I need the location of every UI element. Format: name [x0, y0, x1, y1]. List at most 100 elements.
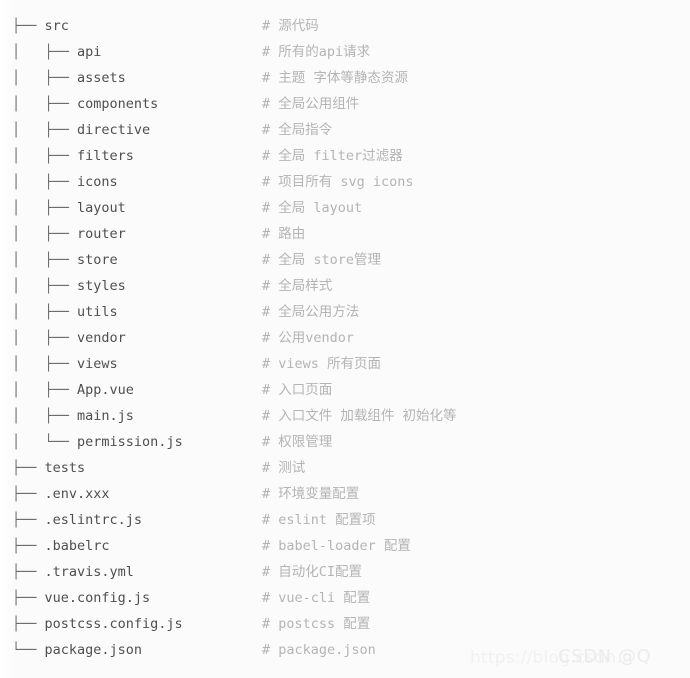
tree-entry-path: │ ├── main.js [12, 403, 134, 429]
tree-branch-glyph: │ ├── [12, 148, 78, 164]
tree-row: ├── vue.config.js # vue-cli 配置 [0, 585, 690, 611]
tree-branch-glyph: ├── [12, 512, 45, 528]
tree-entry-comment: # postcss 配置 [262, 616, 371, 632]
tree-entry-name: vendor [77, 330, 126, 346]
tree-branch-glyph: │ ├── [12, 304, 78, 320]
tree-entry-name: utils [77, 304, 118, 320]
tree-row: ├── tests # 测试 [0, 455, 690, 481]
tree-entry-name: package.json [44, 642, 143, 658]
tree-entry-name: .babelrc [44, 538, 110, 554]
tree-entry-name: directive [77, 122, 151, 138]
tree-entry-comment: # 测试 [262, 460, 306, 476]
tree-branch-glyph: │ ├── [12, 226, 78, 242]
tree-row: │ ├── store # 全局 store管理 [0, 247, 690, 273]
tree-row: ├── postcss.config.js # postcss 配置 [0, 611, 690, 637]
tree-entry-comment: # 路由 [262, 226, 306, 242]
tree-entry-comment: # package.json [262, 642, 376, 658]
tree-row: │ ├── api # 所有的api请求 [0, 39, 690, 65]
tree-branch-glyph: │ ├── [12, 408, 78, 424]
tree-entry-comment: # 源代码 [262, 18, 319, 34]
tree-entry-path: ├── postcss.config.js [12, 611, 183, 637]
tree-entry-path: ├── src [12, 13, 69, 39]
tree-entry-path: ├── .babelrc [12, 533, 110, 559]
tree-entry-name: tests [44, 460, 86, 476]
tree-entry-path: │ ├── icons [12, 169, 118, 195]
tree-entry-path: ├── .eslintrc.js [12, 507, 142, 533]
tree-entry-name: permission.js [77, 434, 183, 450]
tree-row: ├── .babelrc # babel-loader 配置 [0, 533, 690, 559]
tree-row: │ ├── router # 路由 [0, 221, 690, 247]
tree-entry-comment: # views 所有页面 [262, 356, 382, 372]
tree-entry-name: vue.config.js [44, 590, 151, 606]
tree-branch-glyph: ├── [12, 538, 45, 554]
tree-row: ├── .eslintrc.js # eslint 配置项 [0, 507, 690, 533]
tree-entry-path: ├── vue.config.js [12, 585, 150, 611]
tree-branch-glyph: │ ├── [12, 174, 78, 190]
tree-branch-glyph: ├── [12, 460, 45, 476]
tree-entry-name: .travis.yml [44, 564, 134, 580]
tree-entry-path: │ ├── filters [12, 143, 134, 169]
tree-row: │ ├── App.vue # 入口页面 [0, 377, 690, 403]
tree-entry-name: icons [77, 174, 118, 190]
tree-entry-path: └── package.json [12, 637, 142, 663]
tree-entry-comment: # 全局 filter过滤器 [262, 148, 403, 164]
tree-branch-glyph: │ ├── [12, 200, 78, 216]
tree-row: │ ├── views # views 所有页面 [0, 351, 690, 377]
tree-entry-path: │ ├── vendor [12, 325, 126, 351]
tree-entry-comment: # 项目所有 svg icons [262, 174, 414, 190]
tree-entry-name: store [77, 252, 118, 268]
tree-entry-name: filters [77, 148, 134, 164]
tree-entry-name: api [77, 44, 102, 60]
tree-row: ├── .env.xxx # 环境变量配置 [0, 481, 690, 507]
tree-row: │ ├── components # 全局公用组件 [0, 91, 690, 117]
tree-branch-glyph: │ └── [12, 434, 78, 450]
tree-branch-glyph: │ ├── [12, 356, 78, 372]
tree-entry-comment: # 全局公用方法 [262, 304, 360, 320]
tree-entry-comment: # 入口页面 [262, 382, 333, 398]
tree-entry-comment: # babel-loader 配置 [262, 538, 411, 554]
tree-entry-comment: # 主题 字体等静态资源 [262, 70, 408, 86]
tree-branch-glyph: ├── [12, 564, 45, 580]
tree-entry-name: styles [77, 278, 126, 294]
tree-entry-path: │ └── permission.js [12, 429, 183, 455]
tree-entry-path: │ ├── assets [12, 65, 126, 91]
tree-branch-glyph: │ ├── [12, 252, 78, 268]
tree-entry-name: views [77, 356, 118, 372]
tree-entry-name: App.vue [77, 382, 134, 398]
tree-branch-glyph: │ ├── [12, 44, 78, 60]
tree-branch-glyph: ├── [12, 486, 45, 502]
tree-row: │ ├── assets # 主题 字体等静态资源 [0, 65, 690, 91]
tree-row-list: ├── src # 源代码 │ ├── api # 所有的api请求 │ ├── ass… [0, 13, 690, 663]
tree-entry-path: │ ├── App.vue [12, 377, 134, 403]
tree-entry-comment: # 所有的api请求 [262, 44, 371, 60]
directory-tree-figure: ├── src # 源代码 │ ├── api # 所有的api请求 │ ├── ass… [0, 0, 690, 678]
tree-entry-name: components [77, 96, 159, 112]
tree-entry-path: ├── .travis.yml [12, 559, 134, 585]
tree-entry-name: .eslintrc.js [44, 512, 143, 528]
tree-branch-glyph: ├── [12, 590, 45, 606]
tree-branch-glyph: ├── [12, 616, 45, 632]
tree-branch-glyph: │ ├── [12, 122, 78, 138]
tree-row: ├── .travis.yml # 自动化CI配置 [0, 559, 690, 585]
watermark-brand: CSDN @Q [558, 646, 652, 667]
tree-branch-glyph: │ ├── [12, 382, 78, 398]
tree-entry-path: │ ├── views [12, 351, 118, 377]
tree-row: │ ├── utils # 全局公用方法 [0, 299, 690, 325]
tree-entry-path: │ ├── directive [12, 117, 150, 143]
tree-entry-comment: # 全局公用组件 [262, 96, 360, 112]
tree-branch-glyph: │ ├── [12, 70, 78, 86]
tree-entry-name: assets [77, 70, 126, 86]
tree-row: │ ├── vendor # 公用vendor [0, 325, 690, 351]
tree-branch-glyph: └── [12, 642, 45, 658]
tree-row: │ ├── styles # 全局样式 [0, 273, 690, 299]
tree-entry-name: src [44, 18, 69, 34]
tree-entry-comment: # 全局指令 [262, 122, 333, 138]
tree-entry-comment: # 全局 store管理 [262, 252, 382, 268]
tree-entry-name: .env.xxx [44, 486, 110, 502]
tree-entry-name: router [77, 226, 126, 242]
tree-entry-path: │ ├── api [12, 39, 101, 65]
tree-entry-path: │ ├── styles [12, 273, 126, 299]
tree-entry-name: main.js [77, 408, 134, 424]
tree-entry-comment: # 权限管理 [262, 434, 333, 450]
tree-entry-name: layout [77, 200, 126, 216]
